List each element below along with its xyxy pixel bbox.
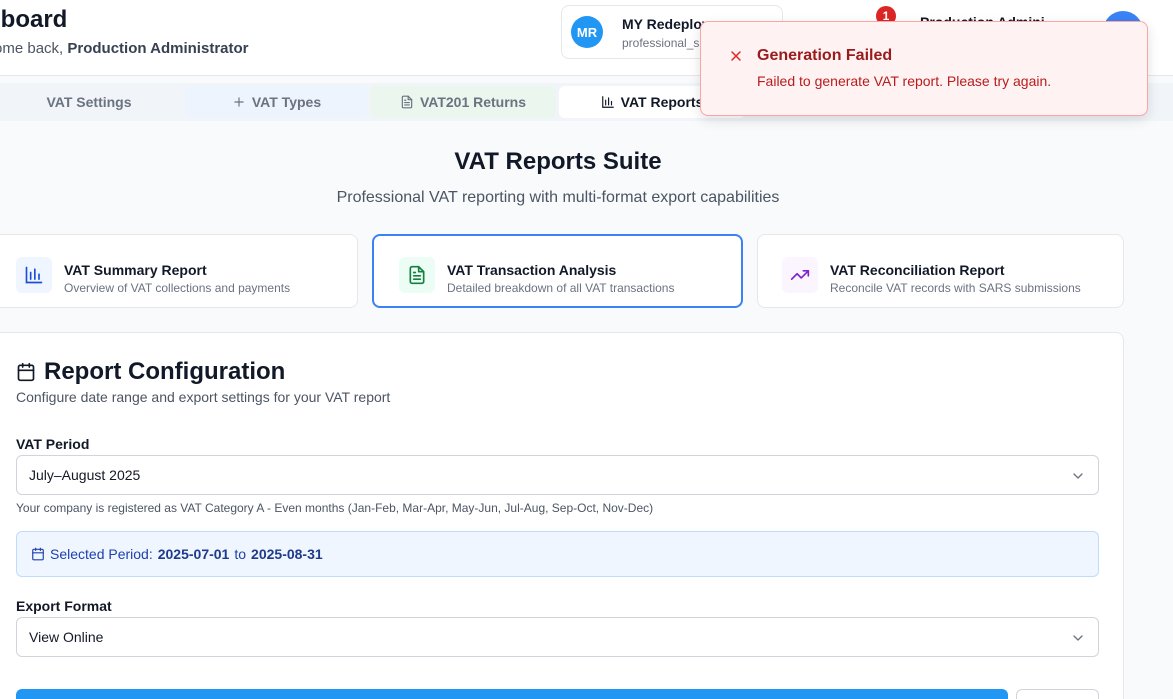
report-card-vat-summary[interactable]: VAT Summary Report Overview of VAT colle… — [0, 234, 358, 308]
page-title: hboard — [0, 6, 68, 33]
bar-chart-icon — [16, 257, 52, 293]
company-name: MY Redeploy — [622, 16, 710, 32]
export-format-value: View Online — [29, 629, 104, 645]
selected-period-text: Selected Period: 2025-07-01 to 2025-08-3… — [31, 546, 323, 562]
report-card-vat-transaction-analysis[interactable]: VAT Transaction Analysis Detailed breakd… — [372, 234, 743, 308]
calendar-icon — [17, 362, 35, 382]
config-title: Report Configuration — [16, 358, 285, 386]
export-format-select[interactable]: View Online — [16, 617, 1099, 657]
report-card-description: Reconcile VAT records with SARS submissi… — [830, 281, 1081, 295]
welcome-user-name: Production Administrator — [67, 40, 249, 57]
report-card-title: VAT Reconciliation Report — [830, 262, 1005, 278]
report-card-title: VAT Transaction Analysis — [447, 262, 617, 278]
trending-up-icon — [782, 257, 818, 293]
report-card-title: VAT Summary Report — [64, 262, 207, 278]
welcome-prefix: ome back, — [0, 40, 64, 57]
selected-period-end: 2025-08-31 — [251, 546, 323, 562]
suite-subtitle: Professional VAT reporting with multi-fo… — [336, 189, 780, 206]
suite-title: VAT Reports Suite — [454, 148, 662, 175]
chevron-down-icon — [1073, 635, 1083, 641]
close-icon[interactable] — [728, 48, 744, 64]
selected-period-start: 2025-07-01 — [157, 546, 230, 562]
report-card-description: Detailed breakdown of all VAT transactio… — [447, 281, 675, 295]
vat-period-label: VAT Period — [16, 436, 90, 452]
toast-message: Failed to generate VAT report. Please tr… — [757, 73, 1052, 89]
report-card-vat-reconciliation[interactable]: VAT Reconciliation Report Reconcile VAT … — [757, 234, 1124, 308]
chevron-down-icon — [1073, 473, 1083, 479]
config-subtitle: Configure date range and export settings… — [16, 389, 391, 405]
toast-title: Generation Failed — [757, 47, 893, 64]
plus-icon — [234, 97, 244, 107]
tab-label: VAT201 Returns — [419, 94, 527, 110]
secondary-action-button[interactable] — [1016, 689, 1099, 699]
company-avatar: MR — [571, 16, 603, 48]
tab-label: VAT Reports — [620, 94, 704, 110]
calendar-icon — [32, 547, 44, 561]
generate-report-button[interactable] — [16, 689, 1008, 699]
tab-label: VAT Settings — [46, 94, 132, 110]
tab-label: VAT Types — [251, 94, 322, 110]
error-toast: Generation Failed Failed to generate VAT… — [700, 21, 1148, 116]
export-format-label: Export Format — [16, 598, 112, 614]
tab-vat201-returns[interactable]: VAT201 Returns — [370, 86, 556, 118]
file-text-icon — [401, 95, 413, 109]
vat-period-value: July–August 2025 — [29, 467, 141, 483]
selected-period-prefix: Selected Period: — [50, 546, 153, 562]
selected-period-box: Selected Period: 2025-07-01 to 2025-08-3… — [16, 531, 1099, 577]
tab-vat-settings[interactable]: VAT Settings — [0, 86, 178, 118]
bar-chart-icon — [601, 96, 614, 108]
welcome-text: ome back, Production Administrator — [0, 40, 249, 57]
file-text-icon — [399, 257, 435, 293]
report-card-description: Overview of VAT collections and payments — [64, 281, 291, 295]
selected-period-connector: to — [234, 546, 247, 562]
vat-period-select[interactable]: July–August 2025 — [16, 455, 1099, 495]
config-title-text: Report Configuration — [44, 358, 286, 385]
vat-category-hint: Your company is registered as VAT Catego… — [16, 501, 654, 515]
tab-vat-types[interactable]: VAT Types — [185, 86, 368, 118]
